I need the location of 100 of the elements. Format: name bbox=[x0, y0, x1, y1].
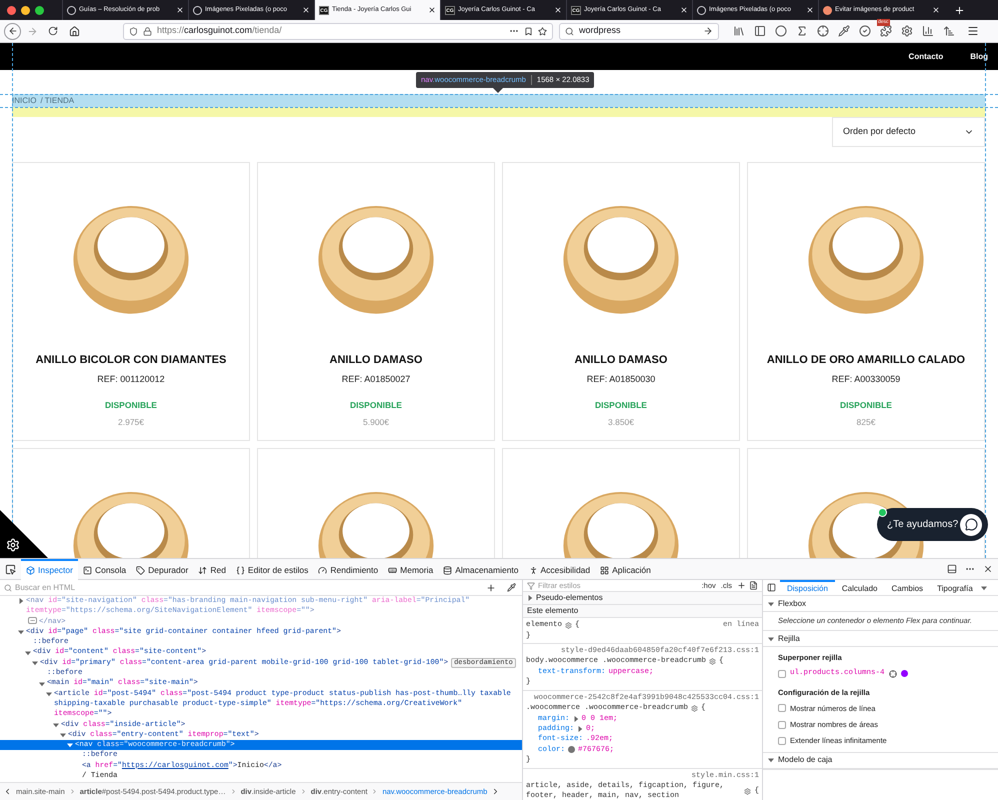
devtools-tab[interactable]: Red bbox=[193, 558, 231, 580]
sidebar-toggle-icon[interactable] bbox=[767, 583, 776, 592]
header-link[interactable]: Contacto bbox=[908, 50, 944, 62]
color-swatch[interactable] bbox=[568, 746, 576, 754]
header-link[interactable]: Blog bbox=[970, 50, 988, 62]
caret-right-icon[interactable] bbox=[527, 595, 533, 602]
caret-down-icon[interactable] bbox=[25, 650, 31, 656]
gear-icon[interactable] bbox=[565, 622, 572, 629]
target-icon[interactable] bbox=[888, 670, 897, 678]
panel-tab[interactable]: Cambios bbox=[884, 580, 930, 596]
devtools-tab[interactable]: Rendimiento bbox=[313, 558, 384, 580]
document-icon[interactable] bbox=[749, 581, 758, 590]
braces-icon bbox=[236, 566, 245, 574]
back-button[interactable] bbox=[4, 22, 21, 40]
circle-icon[interactable] bbox=[775, 25, 787, 37]
product-ref: REF: 001120012 bbox=[97, 373, 165, 385]
product-name[interactable]: ANILLO DAMASO bbox=[574, 353, 668, 367]
chevron-right-icon bbox=[230, 788, 237, 795]
home-icon[interactable] bbox=[69, 26, 80, 36]
crosshair-icon[interactable] bbox=[817, 25, 829, 37]
caret-down-icon[interactable] bbox=[39, 680, 45, 687]
close-icon[interactable] bbox=[983, 564, 993, 574]
product-name[interactable]: ANILLO BICOLOR CON DIAMANTES bbox=[36, 353, 226, 367]
caret-down-icon[interactable] bbox=[60, 732, 66, 738]
check-circle-icon[interactable] bbox=[859, 25, 871, 37]
chat-button[interactable]: ¿Te ayudamos? bbox=[877, 508, 988, 541]
gear-icon[interactable] bbox=[691, 704, 698, 712]
section-header[interactable]: Rejilla bbox=[763, 631, 998, 647]
caret-down-icon[interactable] bbox=[980, 584, 987, 590]
caret-down-icon[interactable] bbox=[768, 600, 774, 606]
devtools-tab[interactable]: Depurador bbox=[131, 558, 194, 580]
sort-icon[interactable] bbox=[943, 25, 955, 37]
pseudo-elements-row[interactable]: Pseudo-elementos bbox=[523, 592, 762, 606]
gear-icon[interactable] bbox=[744, 788, 752, 795]
round-logo-icon bbox=[823, 6, 832, 14]
caret-down-icon[interactable] bbox=[46, 690, 52, 697]
devtools-tab[interactable]: Editor de estilos bbox=[230, 558, 314, 580]
product-card[interactable]: ANILLO DAMASO REF: A01850030 DISPONIBLE 3.850€ bbox=[502, 162, 740, 441]
sigma-icon[interactable] bbox=[796, 25, 808, 37]
caret-down-icon[interactable] bbox=[32, 660, 38, 666]
caret-down-icon[interactable] bbox=[768, 636, 774, 642]
breadcrumb-item[interactable]: INICIO bbox=[12, 94, 36, 106]
settings-icon[interactable] bbox=[901, 25, 913, 37]
search-field[interactable]: wordpress bbox=[559, 22, 719, 40]
puzzle-icon[interactable] bbox=[880, 25, 892, 37]
devtools-tab[interactable]: Accesibilidad bbox=[524, 558, 596, 580]
caret-right-icon[interactable] bbox=[18, 598, 24, 604]
star-icon[interactable] bbox=[538, 26, 547, 36]
add-icon[interactable] bbox=[737, 581, 746, 590]
panel-tab[interactable]: Tipografía bbox=[930, 580, 980, 596]
checkbox[interactable] bbox=[778, 720, 786, 729]
corner-tab[interactable] bbox=[0, 510, 48, 558]
pipette-icon[interactable] bbox=[838, 25, 850, 37]
bookmark-icon[interactable] bbox=[524, 26, 533, 36]
bar-chart-icon[interactable] bbox=[922, 25, 934, 37]
add-icon[interactable] bbox=[486, 582, 496, 592]
new-tab-icon[interactable] bbox=[954, 4, 965, 16]
panel-tab[interactable]: Disposición bbox=[780, 580, 835, 596]
reload-icon[interactable] bbox=[48, 26, 58, 36]
product-name[interactable]: ANILLO DAMASO bbox=[330, 353, 422, 367]
section-header[interactable]: Modelo de caja bbox=[763, 752, 998, 768]
sort-select[interactable]: Orden por defecto bbox=[832, 117, 985, 147]
ellipsis-icon[interactable] bbox=[28, 617, 37, 624]
caret-right-icon[interactable] bbox=[572, 716, 579, 722]
menu-icon[interactable] bbox=[967, 25, 979, 37]
dock-icon[interactable] bbox=[947, 564, 957, 574]
caret-down-icon[interactable] bbox=[768, 757, 774, 763]
gear-icon[interactable] bbox=[709, 658, 716, 666]
library-icon[interactable] bbox=[733, 25, 745, 37]
checkbox[interactable] bbox=[778, 670, 786, 678]
search-value: wordpress bbox=[579, 24, 622, 38]
devtools-tab[interactable]: Memoria bbox=[383, 558, 438, 580]
checkbox[interactable] bbox=[778, 736, 786, 745]
section-header[interactable]: Flexbox bbox=[763, 596, 998, 612]
product-card[interactable]: ANILLO DAMASO REF: A01850027 DISPONIBLE 5.900€ bbox=[257, 162, 495, 441]
caret-right-icon[interactable] bbox=[577, 726, 584, 732]
pipette-icon[interactable] bbox=[507, 583, 516, 592]
url-field[interactable]: https://carlosguinot.com/tienda/ bbox=[123, 22, 553, 40]
minimize-window-icon[interactable] bbox=[21, 6, 30, 14]
devtools-tab[interactable]: Inspector bbox=[21, 558, 78, 580]
checkbox[interactable] bbox=[778, 704, 786, 712]
product-card[interactable]: ANILLO DE ORO AMARILLO CALADO REF: A00330059 DISPONIBLE 825€ bbox=[747, 162, 985, 441]
go-arrow-icon[interactable] bbox=[703, 26, 713, 36]
devtools-tab[interactable]: Almacenamiento bbox=[438, 558, 524, 580]
caret-down-icon[interactable] bbox=[67, 742, 73, 748]
caret-down-icon[interactable] bbox=[18, 629, 24, 636]
pick-element-icon[interactable] bbox=[5, 564, 16, 574]
product-card[interactable]: ANILLO BICOLOR CON DIAMANTES REF: 001120012 DISPONIBLE 2.975€ bbox=[12, 162, 250, 441]
devtools-tab[interactable]: Aplicación bbox=[595, 558, 656, 580]
sidebar-icon[interactable] bbox=[754, 25, 766, 37]
chevron-left-icon[interactable] bbox=[3, 787, 12, 796]
devtools-tab[interactable]: Consola bbox=[78, 558, 132, 580]
shield-icon[interactable] bbox=[129, 26, 138, 36]
maximize-window-icon[interactable] bbox=[35, 6, 44, 14]
close-icon[interactable] bbox=[428, 6, 436, 14]
close-window-icon[interactable] bbox=[7, 6, 16, 14]
panel-tab[interactable]: Calculado bbox=[834, 580, 884, 596]
product-name[interactable]: ANILLO DE ORO AMARILLO CALADO bbox=[766, 353, 966, 367]
caret-down-icon[interactable] bbox=[53, 722, 59, 728]
filter-icon bbox=[527, 582, 535, 590]
